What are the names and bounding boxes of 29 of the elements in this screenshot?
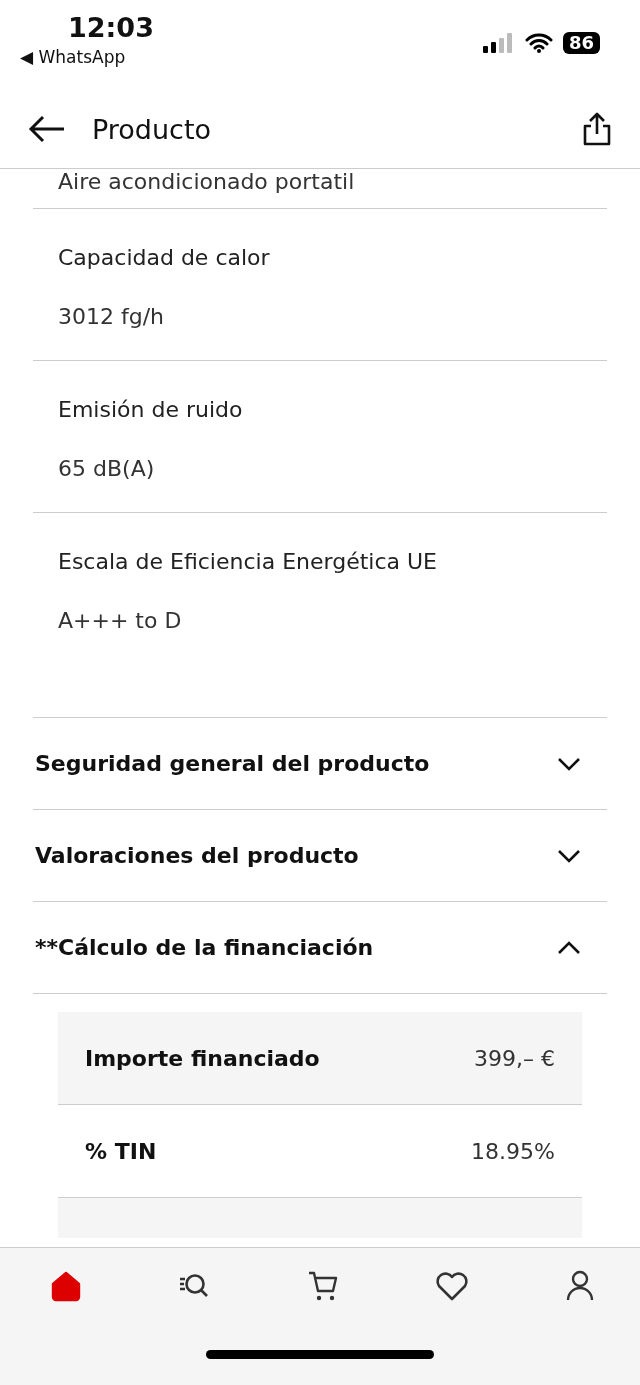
- spec-value: 3012 fg/h: [58, 304, 166, 329]
- signal-icon: [482, 33, 515, 53]
- home-icon: [50, 1270, 82, 1302]
- spec-label: Escala de Eficiencia Energética UE: [58, 549, 438, 574]
- share-icon[interactable]: [582, 112, 612, 146]
- chevron-icon: [557, 756, 581, 771]
- finance-label: Importe financiado: [85, 1045, 320, 1071]
- status-time: 12:03: [68, 12, 154, 43]
- spec-value: 65 dB(A): [58, 456, 156, 481]
- finance-label: % TIN: [85, 1138, 157, 1164]
- page-title: Producto: [92, 113, 213, 145]
- cart-icon: [307, 1270, 339, 1302]
- accordion-header[interactable]: Seguridad general del producto: [33, 718, 607, 810]
- spec-label: Capacidad de calor: [58, 245, 271, 270]
- wifi-icon: [524, 33, 553, 53]
- chevron-icon: [557, 848, 581, 863]
- finance-value: 399,– €: [474, 1045, 555, 1071]
- back-arrow-icon[interactable]: [28, 115, 66, 143]
- spec-value: Aire acondicionado portatil: [58, 169, 356, 194]
- spec-value: A+++ to D: [58, 608, 183, 633]
- heart-icon: [434, 1271, 469, 1301]
- accordion-header[interactable]: **Cálculo de la financiación: [33, 902, 607, 994]
- chevron-icon: [557, 940, 581, 955]
- finance-value: 18.95%: [471, 1138, 555, 1164]
- accordion-header[interactable]: Valoraciones del producto: [33, 810, 607, 902]
- spec-label: Emisión de ruido: [58, 397, 244, 422]
- profile-icon: [565, 1270, 595, 1302]
- back-to-app-link[interactable]: ◀ WhatsApp: [20, 47, 126, 67]
- battery-indicator: 86: [562, 32, 600, 54]
